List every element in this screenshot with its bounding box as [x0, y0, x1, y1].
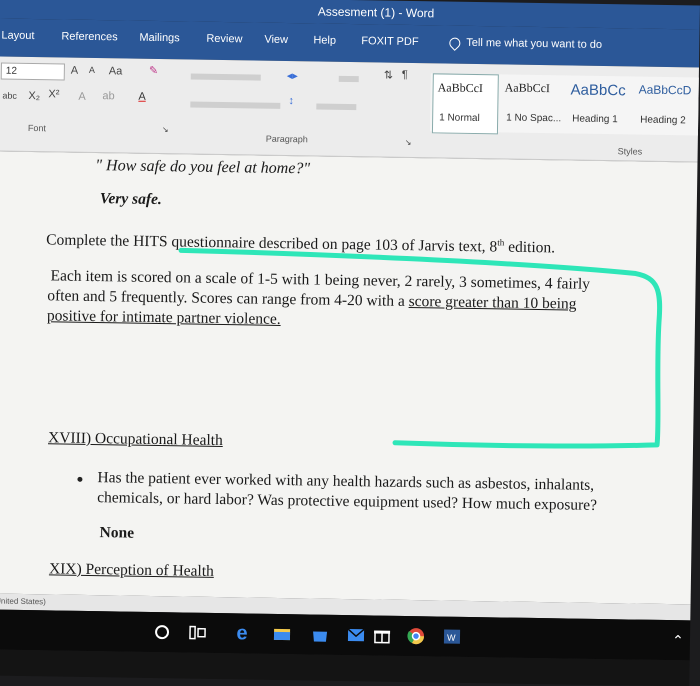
- indent-icon[interactable]: ◂▸: [287, 69, 298, 82]
- file-explorer-icon[interactable]: [270, 622, 294, 646]
- tell-me-text: Tell me what you want to do: [466, 37, 602, 51]
- sort-icon[interactable]: ⇅: [384, 69, 393, 82]
- style-name: 1 No Spac...: [506, 112, 561, 124]
- sort-button[interactable]: [339, 76, 359, 82]
- strikethrough-icon[interactable]: abc: [2, 91, 17, 101]
- style-name: Heading 2: [640, 115, 686, 127]
- style-sample: AaBbCcI: [505, 80, 551, 96]
- svg-text:W: W: [447, 633, 456, 643]
- style-no-spacing[interactable]: AaBbCcI 1 No Spac...: [500, 74, 567, 133]
- clear-formatting-icon[interactable]: ✎: [149, 64, 158, 77]
- paragraph-dialog-launcher-icon[interactable]: ↘: [405, 138, 412, 147]
- language-status[interactable]: (United States): [0, 596, 46, 606]
- list-buttons[interactable]: [191, 74, 261, 81]
- tell-me-search[interactable]: Tell me what you want to do: [449, 37, 602, 51]
- style-sample: AaBbCc: [570, 81, 625, 99]
- style-name: 1 Normal: [439, 112, 480, 124]
- tab-foxit-pdf[interactable]: FOXIT PDF: [361, 35, 418, 48]
- highlight-icon[interactable]: ab: [102, 90, 114, 102]
- lightbulb-icon: [447, 35, 463, 51]
- chevron-up-icon[interactable]: ⌃: [666, 628, 690, 652]
- font-dialog-launcher-icon[interactable]: ↘: [162, 125, 169, 134]
- styles-gallery: AaBbCcI 1 Normal AaBbCcI 1 No Spac... Aa…: [430, 73, 699, 135]
- ribbon: 12 A A Aa ✎ abc X₂ X² A ab A ◂▸ ⇅ ¶ ↕ Fo…: [0, 56, 699, 162]
- text-effects-icon[interactable]: A: [78, 91, 86, 103]
- subscript-icon[interactable]: X₂: [28, 90, 40, 102]
- line-spacing-icon[interactable]: ↕: [288, 95, 294, 107]
- highlighter-annotation: [0, 151, 697, 604]
- pilcrow-icon[interactable]: ¶: [402, 69, 408, 81]
- styles-group-label: Styles: [618, 146, 643, 156]
- cortana-icon[interactable]: [150, 620, 174, 644]
- style-sample: AaBbCcI: [438, 80, 484, 96]
- font-size-value: 12: [6, 66, 17, 77]
- style-normal[interactable]: AaBbCcI 1 Normal: [432, 73, 499, 134]
- tab-references[interactable]: References: [61, 30, 117, 43]
- shrink-font-icon[interactable]: A: [89, 65, 95, 75]
- style-name: Heading 1: [572, 114, 618, 126]
- tab-review[interactable]: Review: [206, 33, 242, 46]
- task-view-icon[interactable]: [186, 621, 210, 645]
- style-sample: AaBbCcD: [639, 83, 692, 98]
- mail-icon[interactable]: [344, 623, 368, 647]
- annotation-stroke: [178, 250, 661, 448]
- align-buttons[interactable]: [190, 102, 280, 109]
- font-size-box[interactable]: 12: [1, 63, 65, 81]
- window-title: Assesment (1) - Word: [318, 4, 435, 20]
- style-heading-2[interactable]: AaBbCcD Heading 2: [634, 76, 699, 135]
- document-page[interactable]: " How safe do you feel at home?" Very sa…: [0, 151, 697, 604]
- word-taskbar-icon[interactable]: W: [440, 624, 464, 648]
- chrome-icon[interactable]: [404, 624, 428, 648]
- gift-icon[interactable]: [370, 623, 394, 647]
- shading-border-buttons[interactable]: [316, 103, 356, 110]
- tab-view[interactable]: View: [264, 34, 288, 46]
- font-group-label: Font: [28, 123, 46, 133]
- tab-layout[interactable]: Layout: [1, 30, 34, 43]
- store-icon[interactable]: [308, 622, 332, 646]
- style-heading-1[interactable]: AaBbCc Heading 1: [566, 75, 635, 134]
- font-color-icon[interactable]: A: [138, 91, 146, 103]
- tab-mailings[interactable]: Mailings: [139, 32, 180, 45]
- grow-font-icon[interactable]: A: [71, 65, 79, 77]
- superscript-icon[interactable]: X²: [48, 88, 59, 100]
- screen: Assesment (1) - Word Layout References M…: [0, 0, 700, 686]
- tab-help[interactable]: Help: [313, 34, 336, 46]
- paragraph-group-label: Paragraph: [266, 134, 308, 145]
- change-case-icon[interactable]: Aa: [109, 65, 123, 77]
- edge-icon[interactable]: e: [230, 621, 254, 645]
